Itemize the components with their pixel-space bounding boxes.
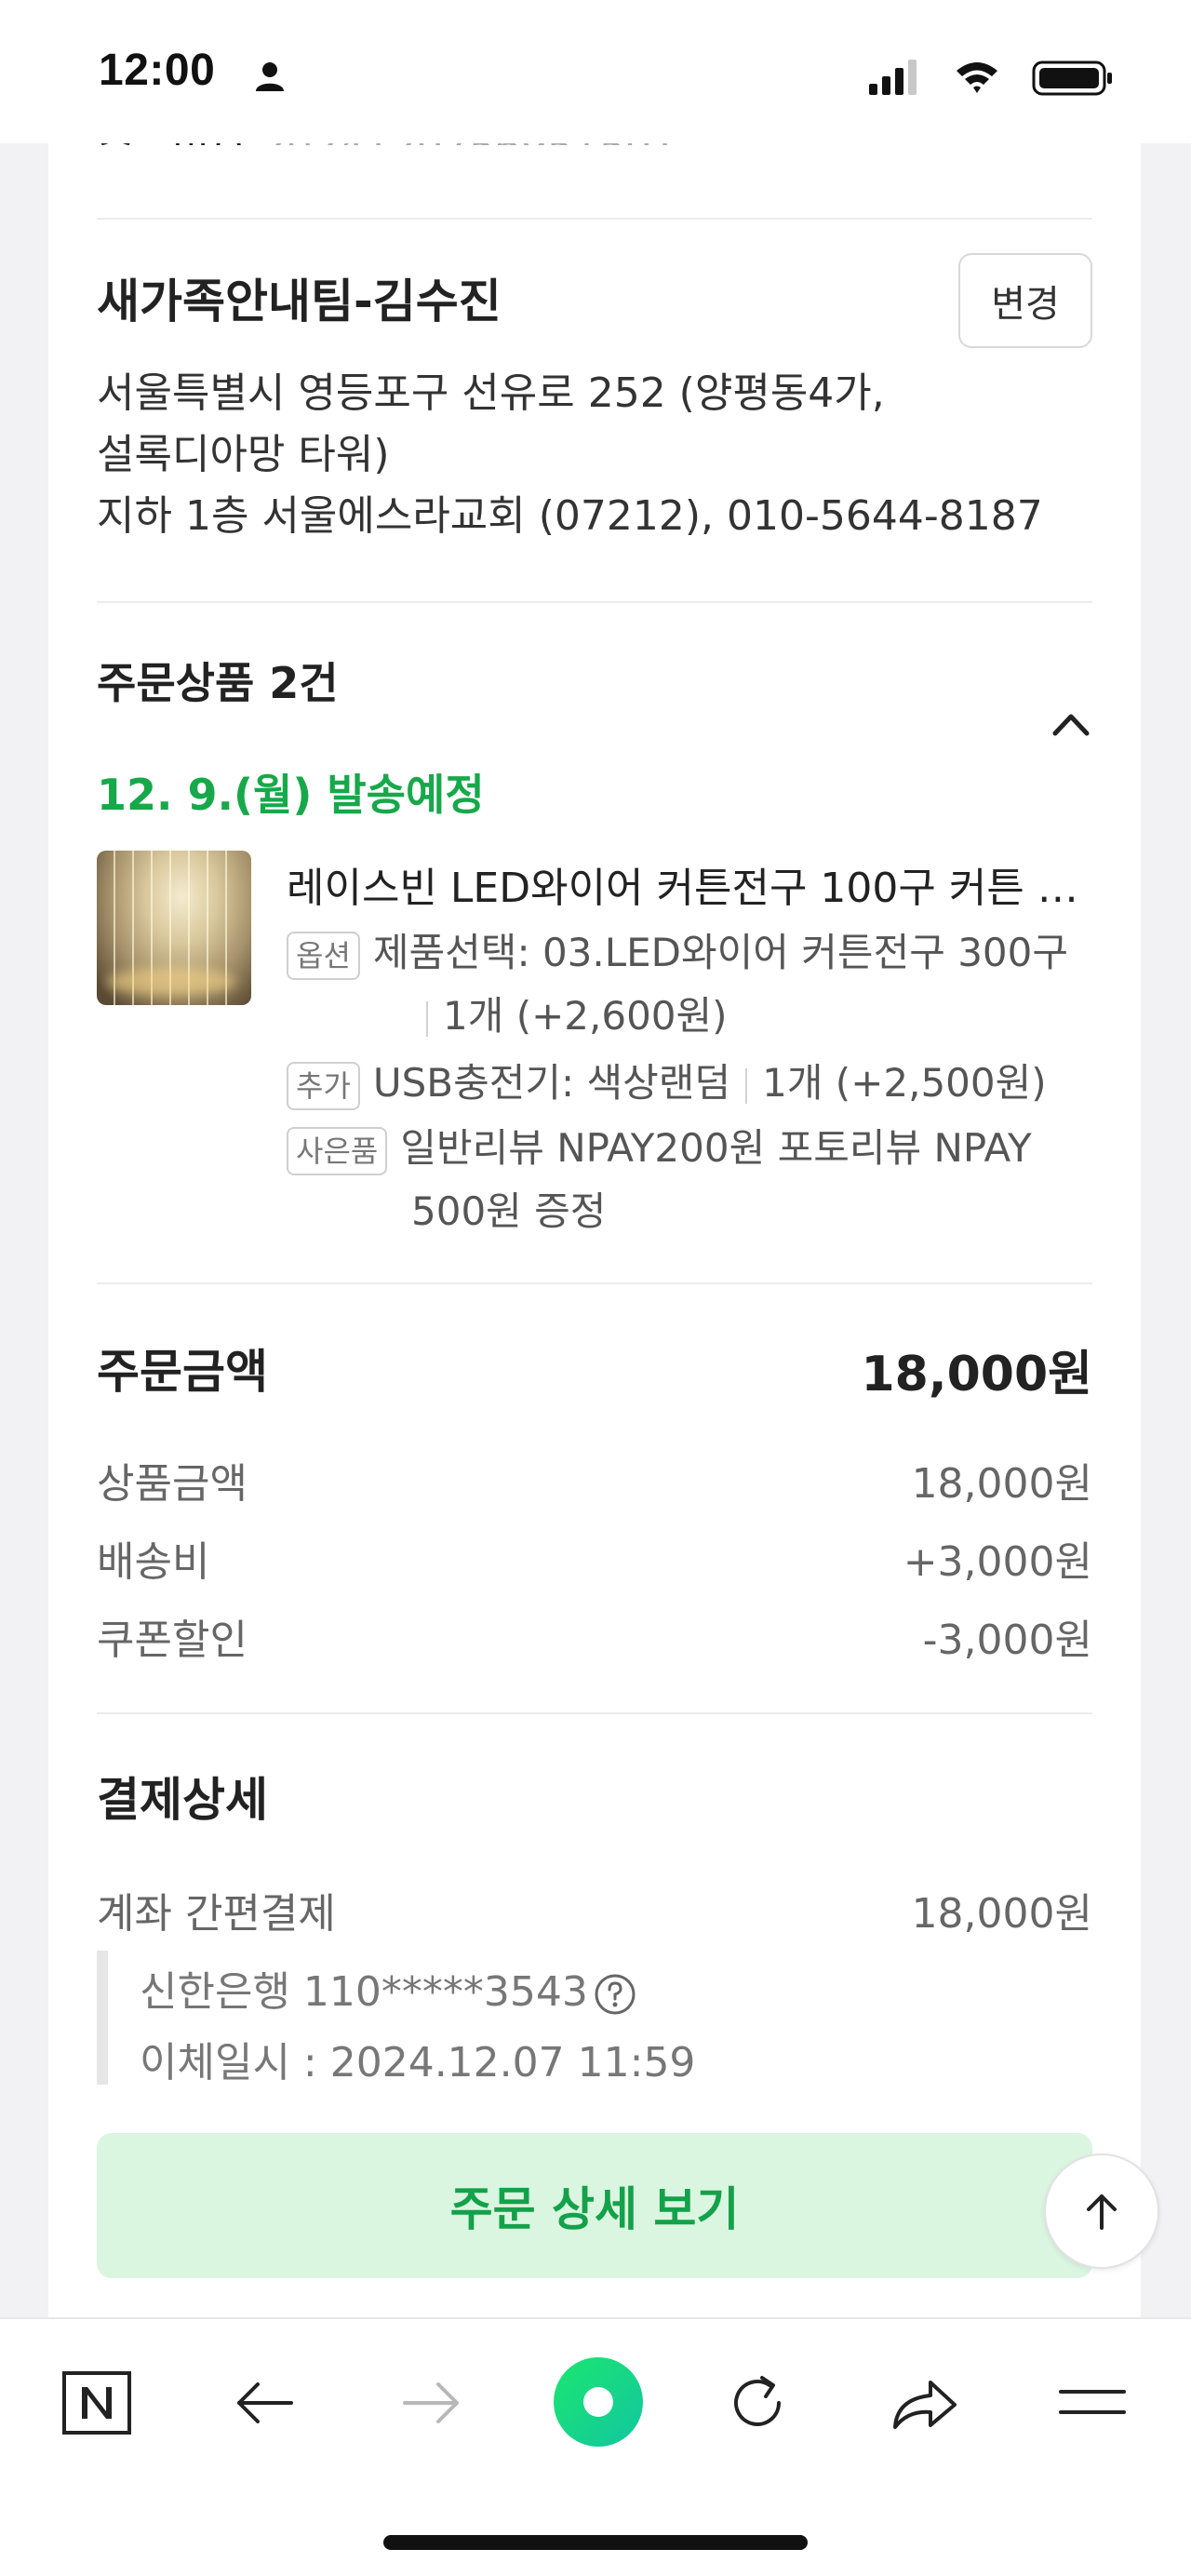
- bank-account-text: 신한은행 110*****3543: [140, 1968, 588, 2016]
- divider: [97, 601, 1092, 603]
- bank-account: 신한은행 110*****3543: [140, 1958, 636, 2018]
- product-price-label: 상품금액: [97, 1460, 248, 1508]
- product-price-value: 18,000원: [911, 1460, 1092, 1508]
- cellular-signal-icon: [869, 60, 917, 95]
- order-amount-title: 주문금액: [97, 1345, 268, 1399]
- help-icon[interactable]: [594, 1973, 636, 2016]
- menu-icon[interactable]: [1046, 2356, 1139, 2449]
- naver-n-icon[interactable]: [50, 2356, 143, 2449]
- option-text: 제품선택: 03.LED와이어 커튼전구 300구: [372, 930, 1069, 975]
- green-home-icon[interactable]: [547, 2351, 649, 2453]
- addon-tag: 추가: [287, 1061, 360, 1110]
- gift-tag: 사은품: [287, 1126, 388, 1175]
- shipping-fee-label: 배송비: [97, 1538, 210, 1586]
- address-line: 지하 1층 서울에스라교회 (07212), 010-5644-8187: [97, 492, 1043, 540]
- product-thumbnail[interactable]: [97, 851, 251, 1005]
- person-icon: [256, 62, 284, 91]
- addon-text: USB충전기: 색상랜덤: [372, 1060, 731, 1106]
- payment-detail-title: 결제상세: [97, 1773, 268, 1827]
- home-indicator: [383, 2535, 808, 2550]
- divider: [97, 1712, 1092, 1714]
- shipping-address: 서울특별시 영등포구 선유로 252 (양평동4가, 설록디아망 타워) 지하 …: [97, 363, 1102, 547]
- reload-icon[interactable]: [711, 2356, 804, 2449]
- payment-method-label: 계좌 간편결제: [97, 1890, 336, 1938]
- forward-arrow-icon[interactable]: [385, 2356, 478, 2449]
- share-icon[interactable]: [878, 2356, 971, 2449]
- option-row: 옵션 제품선택: 03.LED와이어 커튼전구 300구: [287, 921, 1068, 980]
- address-line: 설록디아망 타워): [97, 431, 390, 478]
- status-indicators: [869, 60, 1112, 96]
- back-arrow-icon[interactable]: [218, 2356, 311, 2449]
- gift-row: 사은품 일반리뷰 NPAY200원 포토리뷰 NPAY: [287, 1117, 1032, 1175]
- shipping-fee-value: +3,000원: [903, 1538, 1092, 1586]
- battery-icon: [1032, 60, 1112, 96]
- arrow-up-icon: [1087, 2194, 1117, 2230]
- chevron-up-icon[interactable]: [1048, 705, 1094, 743]
- gift-text: 일반리뷰 NPAY200원 포토리뷰 NPAY: [400, 1125, 1032, 1171]
- transfer-time: 이체일시 : 2024.12.07 11:59: [140, 2039, 696, 2086]
- wifi-icon: [957, 62, 997, 93]
- option-tag: 옵션: [287, 931, 360, 980]
- payment-method-value: 18,000원: [911, 1890, 1092, 1938]
- order-amount-total: 18,000원: [861, 1347, 1092, 1402]
- ship-date: 12. 9.(월) 발송예정: [97, 770, 485, 820]
- gift-text-line2: 500원 증정: [411, 1188, 607, 1234]
- change-address-button[interactable]: 변경: [958, 253, 1092, 348]
- divider: [97, 218, 1092, 220]
- recipient-name: 새가족안내팀-김수진: [97, 275, 502, 329]
- option-qty-row: 1개 (+2,600원): [426, 985, 728, 1041]
- bank-info-bar: [97, 1951, 108, 2085]
- scroll-top-button[interactable]: [1044, 2153, 1159, 2269]
- addon-row: 추가 USB충전기: 색상랜덤 1개 (+2,500원): [287, 1052, 1047, 1110]
- addon-qty: 1개 (+2,500원): [762, 1060, 1047, 1106]
- order-card: 주문번호2024120756951501 새가족안내팀-김수진 변경 서울특별시…: [48, 124, 1141, 2323]
- coupon-discount-label: 쿠폰할인: [97, 1617, 248, 1664]
- option-qty: 1개 (+2,600원): [443, 993, 728, 1039]
- browser-toolbar: [0, 2317, 1191, 2576]
- coupon-discount-value: -3,000원: [922, 1617, 1092, 1664]
- divider: [97, 1282, 1092, 1284]
- ordered-items-title: 주문상품 2건: [97, 658, 339, 708]
- address-line: 서울특별시 영등포구 선유로 252 (양평동4가,: [97, 369, 885, 417]
- product-name[interactable]: 레이스빈 LED와이어 커튼전구 100구 커튼 …: [287, 854, 1105, 914]
- view-order-detail-button[interactable]: 주문 상세 보기: [97, 2133, 1092, 2278]
- status-bar: 12:00: [0, 0, 1191, 143]
- status-time: 12:00: [99, 46, 216, 95]
